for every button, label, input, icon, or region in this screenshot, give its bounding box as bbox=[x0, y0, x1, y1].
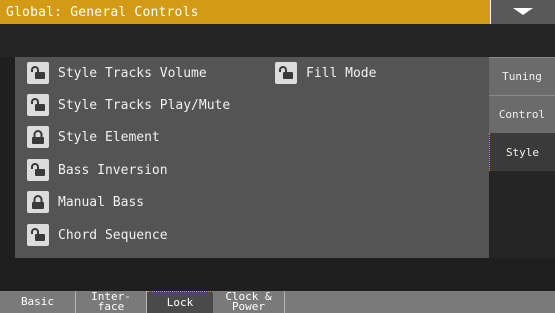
locked-padlock-icon bbox=[27, 126, 49, 148]
lock-item-style-tracks-volume[interactable]: Style Tracks Volume bbox=[27, 62, 207, 84]
lock-item-label: Fill Mode bbox=[306, 65, 377, 81]
tab-label: Style bbox=[505, 145, 540, 159]
lock-item-bass-inversion[interactable]: Bass Inversion bbox=[27, 159, 168, 181]
lock-item-label: Style Tracks Volume bbox=[58, 65, 207, 81]
unlocked-padlock-icon bbox=[27, 159, 49, 181]
triangle-down-icon bbox=[513, 8, 533, 16]
unlocked-padlock-icon bbox=[27, 224, 49, 246]
lock-item-label: Style Element bbox=[58, 129, 160, 145]
tab-label: Basic bbox=[20, 295, 55, 308]
tab-label: Tuning bbox=[502, 70, 542, 83]
lock-item-fill-mode[interactable]: Fill Mode bbox=[275, 62, 376, 84]
tab-label: Control bbox=[498, 108, 546, 121]
tab-control[interactable]: Control bbox=[489, 95, 555, 133]
header-strip bbox=[0, 24, 555, 57]
title-bar: Global: General Controls bbox=[0, 0, 555, 24]
tab-style[interactable]: Style bbox=[489, 133, 555, 171]
unlocked-padlock-icon bbox=[27, 94, 49, 116]
lock-item-label: Style Tracks Play/Mute bbox=[58, 97, 231, 113]
tab-label-line2: Power bbox=[231, 300, 266, 313]
lock-item-label: Manual Bass bbox=[58, 194, 145, 210]
tab-tuning[interactable]: Tuning bbox=[489, 57, 555, 95]
lock-item-label: Bass Inversion bbox=[58, 162, 168, 178]
lock-item-label: Chord Sequence bbox=[58, 227, 168, 243]
tab-basic[interactable]: Basic bbox=[0, 291, 76, 313]
tab-label-line2: face bbox=[97, 300, 125, 313]
lock-item-chord-sequence[interactable]: Chord Sequence bbox=[27, 224, 168, 246]
unlocked-padlock-icon bbox=[275, 62, 297, 84]
tab-clock-power[interactable]: Clock & Power bbox=[213, 291, 285, 313]
lock-item-manual-bass[interactable]: Manual Bass bbox=[27, 191, 144, 213]
tab-label: Lock bbox=[166, 295, 194, 309]
tab-lock[interactable]: Lock bbox=[147, 291, 213, 313]
page-menu-button[interactable] bbox=[490, 0, 555, 24]
page-title: Global: General Controls bbox=[6, 4, 199, 20]
lock-item-style-element[interactable]: Style Element bbox=[27, 126, 160, 148]
locked-padlock-icon bbox=[27, 191, 49, 213]
lock-item-style-tracks-play-mute[interactable]: Style Tracks Play/Mute bbox=[27, 94, 230, 116]
unlocked-padlock-icon bbox=[27, 62, 49, 84]
tab-interface[interactable]: Inter- face bbox=[76, 291, 147, 313]
